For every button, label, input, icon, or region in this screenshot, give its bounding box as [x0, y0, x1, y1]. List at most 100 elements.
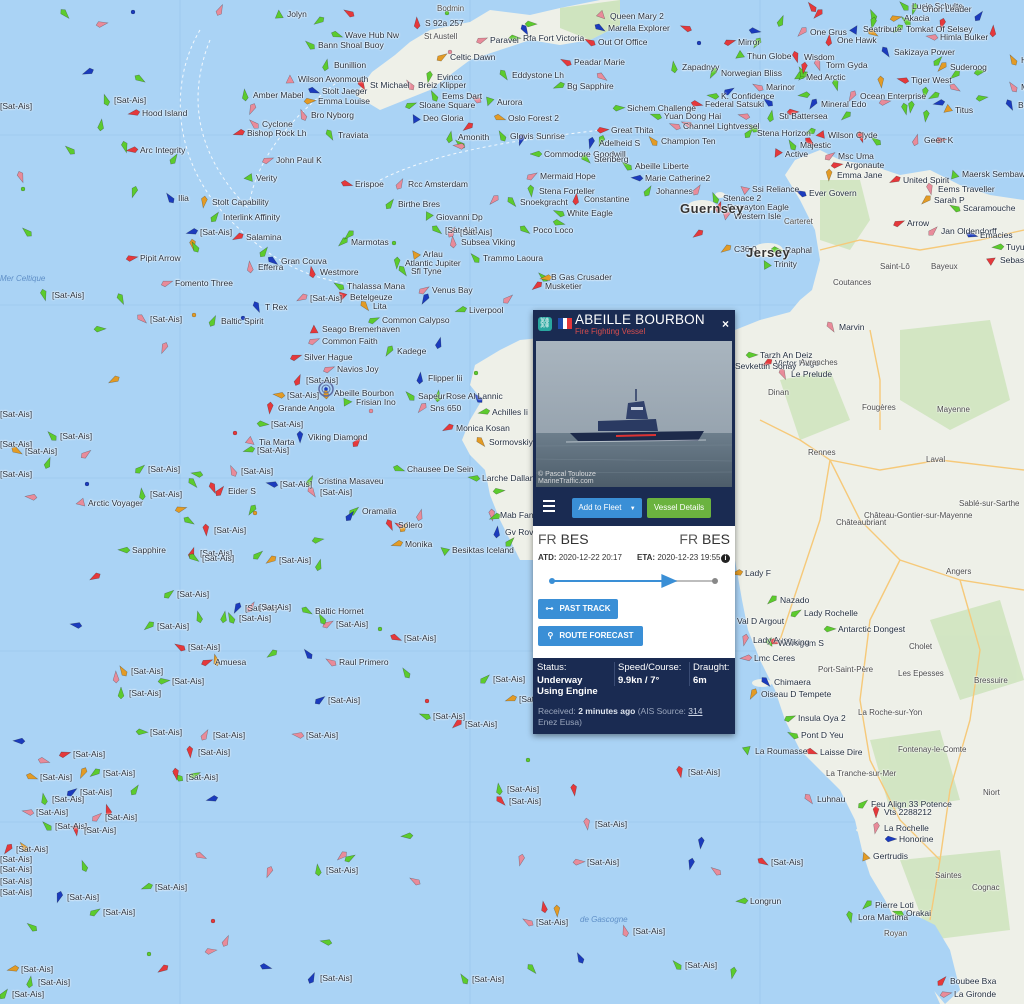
vessel-label[interactable]: Active [785, 150, 808, 159]
sat-ais-label[interactable]: [Sat-Ais] [279, 556, 311, 565]
vessel-label[interactable]: Suderoog [950, 63, 987, 72]
vessel-label[interactable]: Chimaera [774, 678, 811, 687]
sat-ais-label[interactable]: [Sat-Ais] [685, 961, 717, 970]
vessel-marker-icon[interactable] [525, 757, 531, 763]
sat-ais-label[interactable]: [Sat-Ais] [200, 228, 232, 237]
vessel-label[interactable]: Champion Ten [661, 137, 716, 146]
route-forecast-button[interactable]: ⚲ ROUTE FORECAST [538, 626, 643, 646]
vessel-label[interactable]: Mermaid Hope [540, 172, 596, 181]
sat-ais-label[interactable]: [Sat-Ais] [21, 965, 53, 974]
sat-ais-label[interactable]: [Sat-Ais] [259, 603, 291, 612]
vessel-label[interactable]: Marella Explorer [608, 24, 670, 33]
vessel-label[interactable]: Navios Joy [337, 365, 379, 374]
vessel-label[interactable]: Monika [405, 540, 432, 549]
vessel-label[interactable]: Giovanni Dp [436, 213, 483, 222]
vessel-label[interactable]: Seatribute [863, 25, 902, 34]
vessel-label[interactable]: Himla Bulker [940, 33, 988, 42]
close-icon[interactable]: × [722, 317, 729, 331]
vessel-label[interactable]: Bro Nyborg [311, 111, 354, 120]
vessel-label[interactable]: Gertrudis [873, 852, 908, 861]
sat-ais-label[interactable]: [Sat-Ais] [202, 554, 234, 563]
sat-ais-label[interactable]: [Sat-Ais] [213, 731, 245, 740]
vessel-label[interactable]: Sarah P [934, 196, 965, 205]
vessel-marker-icon[interactable] [232, 430, 238, 436]
vessel-label[interactable]: Stenberg [594, 155, 629, 164]
vessel-label[interactable]: Abeille Liberte [635, 162, 689, 171]
vessel-label[interactable]: Zapadnyy [682, 63, 719, 72]
sat-ais-label[interactable]: [Sat-Ais] [771, 858, 803, 867]
vessel-label[interactable]: Efferra [258, 263, 283, 272]
vessel-label[interactable]: Amonith [458, 133, 489, 142]
vessel-marker-icon[interactable] [20, 186, 26, 192]
vessel-label[interactable]: Wiking [784, 638, 810, 647]
vessel-label[interactable]: Liverpool [469, 306, 504, 315]
vessel-marker-icon[interactable] [696, 40, 702, 46]
vessel-label[interactable]: Arctic Voyager [88, 499, 143, 508]
sat-ais-label[interactable]: [Sat-Ais] [0, 888, 32, 897]
vessel-label[interactable]: Rcc Amsterdam [408, 180, 468, 189]
vessel-label[interactable]: Sormovskiy [489, 438, 533, 447]
sat-ais-label[interactable]: [Sat-Ais] [155, 883, 187, 892]
vessel-label[interactable]: Val D Argout [737, 617, 784, 626]
vessel-label[interactable]: Peadar Marie [574, 58, 625, 67]
vessel-label[interactable]: Erispoe [355, 180, 384, 189]
vessel-label[interactable]: Insula Oya 2 [798, 714, 846, 723]
vessel-label[interactable]: Musketier [545, 282, 582, 291]
vessel-label[interactable]: Mab Fan [500, 511, 534, 520]
sat-ais-label[interactable]: [Sat-Ais] [52, 795, 84, 804]
vessel-label[interactable]: Sfl Tyne [411, 267, 442, 276]
vessel-label[interactable]: Thalassa Mana [347, 282, 405, 291]
vessel-label[interactable]: Boubee Bxa [950, 977, 996, 986]
vessel-label[interactable]: Westmore [320, 268, 359, 277]
vessel-label[interactable]: Titus [955, 106, 973, 115]
sat-ais-label[interactable]: [Sat-Ais] [688, 768, 720, 777]
vessel-label[interactable]: Arc Integrity [140, 146, 185, 155]
vessel-label[interactable]: Baltic Hornet [315, 607, 364, 616]
sat-ais-label[interactable]: [Sat-Ais] [114, 96, 146, 105]
sat-ais-label[interactable]: [Sat-Ais] [73, 750, 105, 759]
vessel-label[interactable]: Deo Gloria [423, 114, 464, 123]
vessel-label[interactable]: Raul Primero [339, 658, 389, 667]
sat-ais-label[interactable]: [Sat-Ais] [509, 797, 541, 806]
vessel-label[interactable]: Sapeur [418, 392, 445, 401]
vessel-marker-icon[interactable] [252, 510, 258, 516]
sat-ais-label[interactable]: [Sat-Ais] [198, 748, 230, 757]
vessel-label[interactable]: Stolt Jaeger [322, 87, 367, 96]
vessel-label[interactable]: Eems Traveller [938, 185, 995, 194]
vessel-label[interactable]: Akacia [904, 14, 930, 23]
vessel-label[interactable]: Aurora [497, 98, 523, 107]
vessel-label[interactable]: Mirror [738, 38, 760, 47]
sat-ais-label[interactable]: [Sat-Ais] [433, 712, 465, 721]
sat-ais-label[interactable]: [Sat-Ais] [287, 391, 319, 400]
vessel-label[interactable]: One Hawk [837, 36, 877, 45]
vessel-label[interactable]: Emma Louise [318, 97, 370, 106]
sat-ais-label[interactable]: [Sat-Ais] [150, 490, 182, 499]
vessel-label[interactable]: Lita [373, 302, 387, 311]
sat-ais-label[interactable]: [Sat-Ais] [0, 865, 32, 874]
sat-ais-label[interactable]: [Sat-Ais] [172, 677, 204, 686]
vessel-label[interactable]: Grande Angola [278, 404, 335, 413]
sat-ais-label[interactable]: [Sat-Ais] [148, 465, 180, 474]
add-to-fleet-button[interactable]: Add to Fleet ▼ [572, 498, 642, 518]
vessel-label[interactable]: Mineral Edo [821, 100, 866, 109]
vessel-label[interactable]: Wave Hub Nw [345, 31, 399, 40]
vessel-label[interactable]: Luhnau [817, 795, 845, 804]
vessel-label[interactable]: Norwegian Bliss [721, 69, 782, 78]
vessel-label[interactable]: Honorine [899, 835, 934, 844]
vessel-label[interactable]: Venus Bay [432, 286, 473, 295]
vessel-label[interactable]: Stena Horizon [757, 129, 811, 138]
sat-ais-label[interactable]: [Sat-Ais] [40, 773, 72, 782]
vessel-label[interactable]: Argonaute [845, 161, 884, 170]
vessel-label[interactable]: Stolt Capability [212, 198, 269, 207]
sat-ais-label[interactable]: [Sat-Ais] [328, 696, 360, 705]
vessel-label[interactable]: Geert K [924, 136, 953, 145]
sat-ais-label[interactable]: [Sat-Ais] [306, 731, 338, 740]
vessel-label[interactable]: Sakizaya Power [894, 48, 955, 57]
vessel-label[interactable]: Torm Gyda [826, 61, 868, 70]
vessel-label[interactable]: Ever Govern [809, 189, 857, 198]
sat-ais-label[interactable]: [Sat-Ais] [129, 689, 161, 698]
vessel-label[interactable]: Emma Jane [837, 171, 882, 180]
vessel-label[interactable]: Vts 2288212 [884, 808, 932, 817]
sat-ais-label[interactable]: [Sat-Ais] [25, 447, 57, 456]
sat-ais-label[interactable]: [Sat-Ais] [105, 813, 137, 822]
